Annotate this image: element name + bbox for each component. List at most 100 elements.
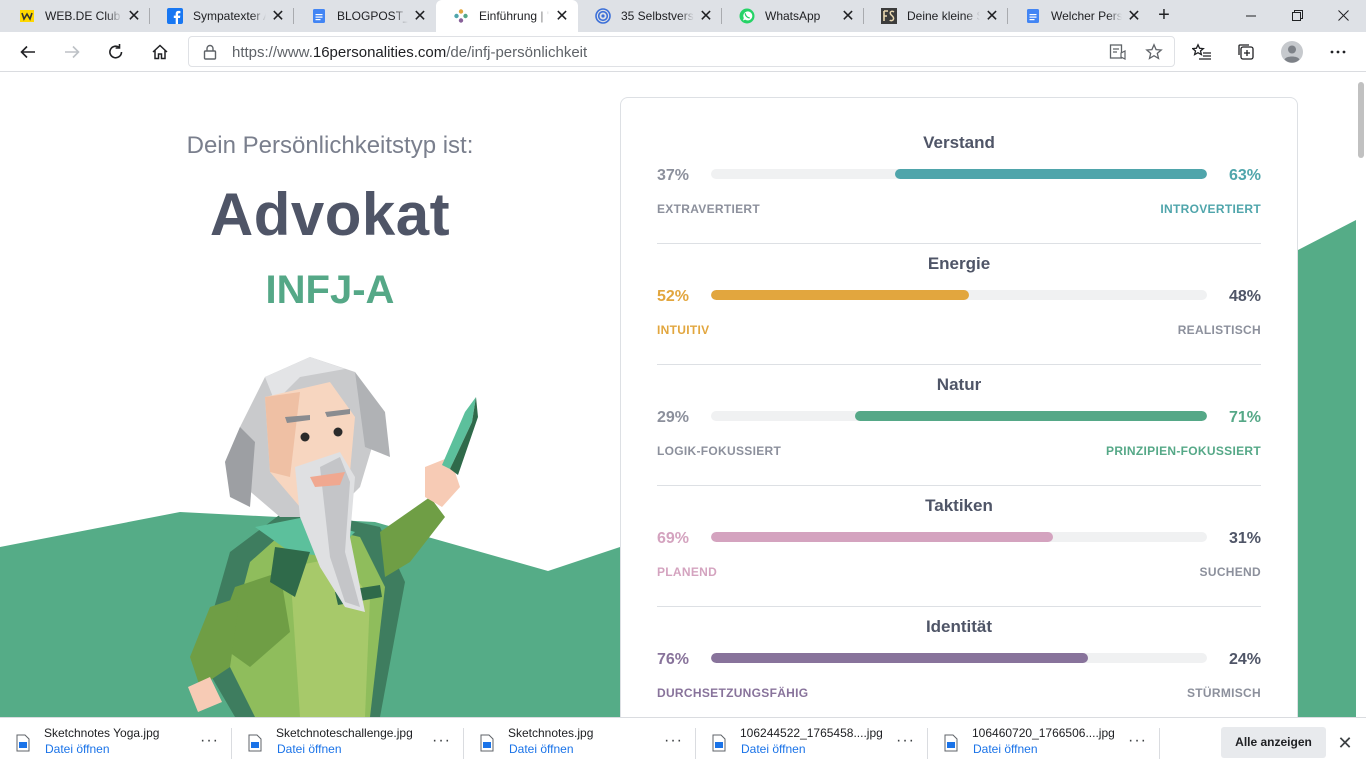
more-options-icon[interactable]: ··· bbox=[664, 732, 683, 750]
download-item[interactable]: 106460720_1766506....jpg Datei öffnen ··… bbox=[928, 718, 1160, 769]
personality-type-code: INFJ-A bbox=[265, 268, 395, 312]
address-bar[interactable]: https://www.16personalities.com/de/infj-… bbox=[188, 36, 1175, 67]
url-path: /de/infj-persönlichkeit bbox=[446, 44, 588, 61]
profile-avatar-icon bbox=[1281, 41, 1303, 63]
tab-title: 35 Selbstverstä bbox=[621, 9, 694, 23]
16personalities-icon bbox=[453, 8, 469, 24]
tab-welcher-persoenlichkeitstyp[interactable]: Welcher Persö ✕ bbox=[1008, 0, 1150, 32]
more-options-icon[interactable]: ··· bbox=[432, 732, 451, 750]
trait-identitaet[interactable]: Identität 76% 24% DURCHSETZUNGSFÄHIG STÜ… bbox=[657, 607, 1261, 717]
profile-button[interactable] bbox=[1277, 37, 1307, 67]
download-item[interactable]: Sketchnotes.jpg Datei öffnen ··· bbox=[464, 718, 696, 769]
trait-left-percent: 69% bbox=[657, 530, 690, 547]
tab-strip: WEB.DE Club - ✕ Sympatexter A ✕ BLOGPOST… bbox=[0, 0, 1366, 32]
trait-natur[interactable]: Natur 29% 71% LOGIK-FOKUSSIERT PRINZIPIE… bbox=[657, 365, 1261, 486]
collections-button[interactable] bbox=[1231, 37, 1261, 67]
close-icon[interactable]: ✕ bbox=[266, 6, 290, 26]
close-icon[interactable]: ✕ bbox=[122, 6, 146, 26]
facebook-icon bbox=[167, 8, 183, 24]
trait-right-label: INTROVERTIERT bbox=[1160, 202, 1261, 216]
minimize-icon bbox=[1246, 15, 1256, 17]
trait-left-percent: 76% bbox=[657, 651, 690, 668]
more-options-icon[interactable]: ··· bbox=[200, 732, 219, 750]
personality-type-name: Advokat bbox=[209, 181, 451, 248]
favorite-star-icon[interactable] bbox=[1144, 42, 1164, 62]
settings-menu-button[interactable] bbox=[1323, 37, 1353, 67]
favorites-list-icon bbox=[1192, 43, 1211, 60]
trait-title: Identität bbox=[925, 617, 993, 636]
trait-left-label: DURCHSETZUNGSFÄHIG bbox=[657, 686, 809, 700]
page-scrollbar[interactable] bbox=[1356, 72, 1366, 717]
close-icon[interactable]: ✕ bbox=[408, 6, 432, 26]
restore-button[interactable] bbox=[1274, 0, 1320, 32]
tab-title: WEB.DE Club - bbox=[45, 9, 122, 23]
trait-left-label: LOGIK-FOKUSSIERT bbox=[657, 444, 782, 458]
close-icon[interactable]: ✕ bbox=[980, 6, 1004, 26]
divider bbox=[1159, 728, 1160, 759]
trait-bar bbox=[711, 532, 1207, 542]
close-icon[interactable]: ✕ bbox=[694, 6, 718, 26]
download-item[interactable]: Sketchnoteschallenge.jpg Datei öffnen ··… bbox=[232, 718, 464, 769]
download-filename: 106460720_1766506....jpg bbox=[972, 726, 1115, 740]
more-options-icon[interactable]: ··· bbox=[1128, 732, 1147, 750]
advocate-character-illustration bbox=[188, 357, 478, 717]
download-item[interactable]: Sketchnotes Yoga.jpg Datei öffnen ··· bbox=[0, 718, 232, 769]
trait-left-label: EXTRAVERTIERT bbox=[657, 202, 761, 216]
tab-selbstverstaendlich[interactable]: 35 Selbstverstä ✕ bbox=[578, 0, 722, 32]
favorites-button[interactable] bbox=[1187, 37, 1217, 67]
trait-bar bbox=[711, 653, 1207, 663]
trait-taktiken[interactable]: Taktiken 69% 31% PLANEND SUCHEND bbox=[657, 486, 1261, 607]
webde-icon bbox=[19, 8, 35, 24]
forward-button[interactable] bbox=[57, 37, 87, 67]
open-file-link[interactable]: Datei öffnen bbox=[741, 742, 806, 756]
close-icon[interactable]: ✕ bbox=[550, 6, 574, 26]
open-file-link[interactable]: Datei öffnen bbox=[45, 742, 110, 756]
trait-left-percent: 37% bbox=[657, 167, 690, 184]
trait-energie[interactable]: Energie 52% 48% INTUITIV REALISTISCH bbox=[657, 244, 1261, 365]
download-filename: Sketchnoteschallenge.jpg bbox=[276, 726, 413, 740]
back-button[interactable] bbox=[13, 37, 43, 67]
tab-title: Deine kleine S bbox=[907, 9, 980, 23]
more-dots-icon bbox=[1330, 50, 1346, 54]
trait-bar-fill bbox=[711, 532, 1054, 542]
close-window-button[interactable] bbox=[1320, 0, 1366, 32]
show-all-downloads-button[interactable]: Alle anzeigen bbox=[1221, 727, 1326, 758]
home-button[interactable] bbox=[145, 37, 175, 67]
spiral-icon bbox=[595, 8, 611, 24]
minimize-button[interactable] bbox=[1228, 0, 1274, 32]
url-host: 16personalities.com bbox=[312, 44, 447, 61]
tab-whatsapp[interactable]: WhatsApp ✕ bbox=[722, 0, 864, 32]
open-file-link[interactable]: Datei öffnen bbox=[509, 742, 574, 756]
close-icon[interactable]: ✕ bbox=[1122, 6, 1146, 26]
trait-right-percent: 24% bbox=[1228, 651, 1261, 668]
trait-left-percent: 29% bbox=[657, 409, 690, 426]
open-file-link[interactable]: Datei öffnen bbox=[277, 742, 342, 756]
open-file-link[interactable]: Datei öffnen bbox=[973, 742, 1038, 756]
trait-right-label: STÜRMISCH bbox=[1186, 686, 1261, 700]
tab-webde[interactable]: WEB.DE Club - ✕ bbox=[2, 0, 150, 32]
tab-sympatexter[interactable]: Sympatexter A ✕ bbox=[150, 0, 294, 32]
close-icon[interactable]: ✕ bbox=[836, 6, 860, 26]
tab-title: Sympatexter A bbox=[193, 9, 266, 23]
image-file-icon bbox=[480, 734, 494, 757]
download-item[interactable]: 106244522_1765458....jpg Datei öffnen ··… bbox=[696, 718, 928, 769]
tab-blogpost[interactable]: BLOGPOST_Pe ✕ bbox=[294, 0, 436, 32]
close-icon[interactable]: ✕ bbox=[1334, 732, 1356, 754]
download-shelf: Sketchnotes Yoga.jpg Datei öffnen ··· Sk… bbox=[0, 717, 1366, 768]
more-options-icon[interactable]: ··· bbox=[896, 732, 915, 750]
reload-button[interactable] bbox=[101, 37, 131, 67]
tab-deine-kleine[interactable]: Deine kleine S ✕ bbox=[864, 0, 1008, 32]
tab-einfuehrung[interactable]: Einführung | "A ✕ bbox=[436, 0, 578, 32]
scrollbar-thumb[interactable] bbox=[1358, 82, 1364, 158]
read-aloud-icon[interactable] bbox=[1108, 42, 1128, 62]
trait-left-label: PLANEND bbox=[657, 565, 718, 579]
back-arrow-icon bbox=[20, 45, 35, 59]
trait-right-label: SUCHEND bbox=[1199, 565, 1261, 579]
image-file-icon bbox=[944, 734, 958, 757]
trait-verstand[interactable]: Verstand 37% 63% EXTRAVERTIERT INTROVERT… bbox=[657, 123, 1261, 244]
trait-bar bbox=[711, 411, 1207, 421]
lock-icon[interactable] bbox=[203, 44, 217, 65]
google-docs-icon bbox=[1025, 8, 1041, 24]
download-filename: Sketchnotes Yoga.jpg bbox=[44, 726, 160, 740]
new-tab-button[interactable]: + bbox=[1152, 4, 1176, 28]
